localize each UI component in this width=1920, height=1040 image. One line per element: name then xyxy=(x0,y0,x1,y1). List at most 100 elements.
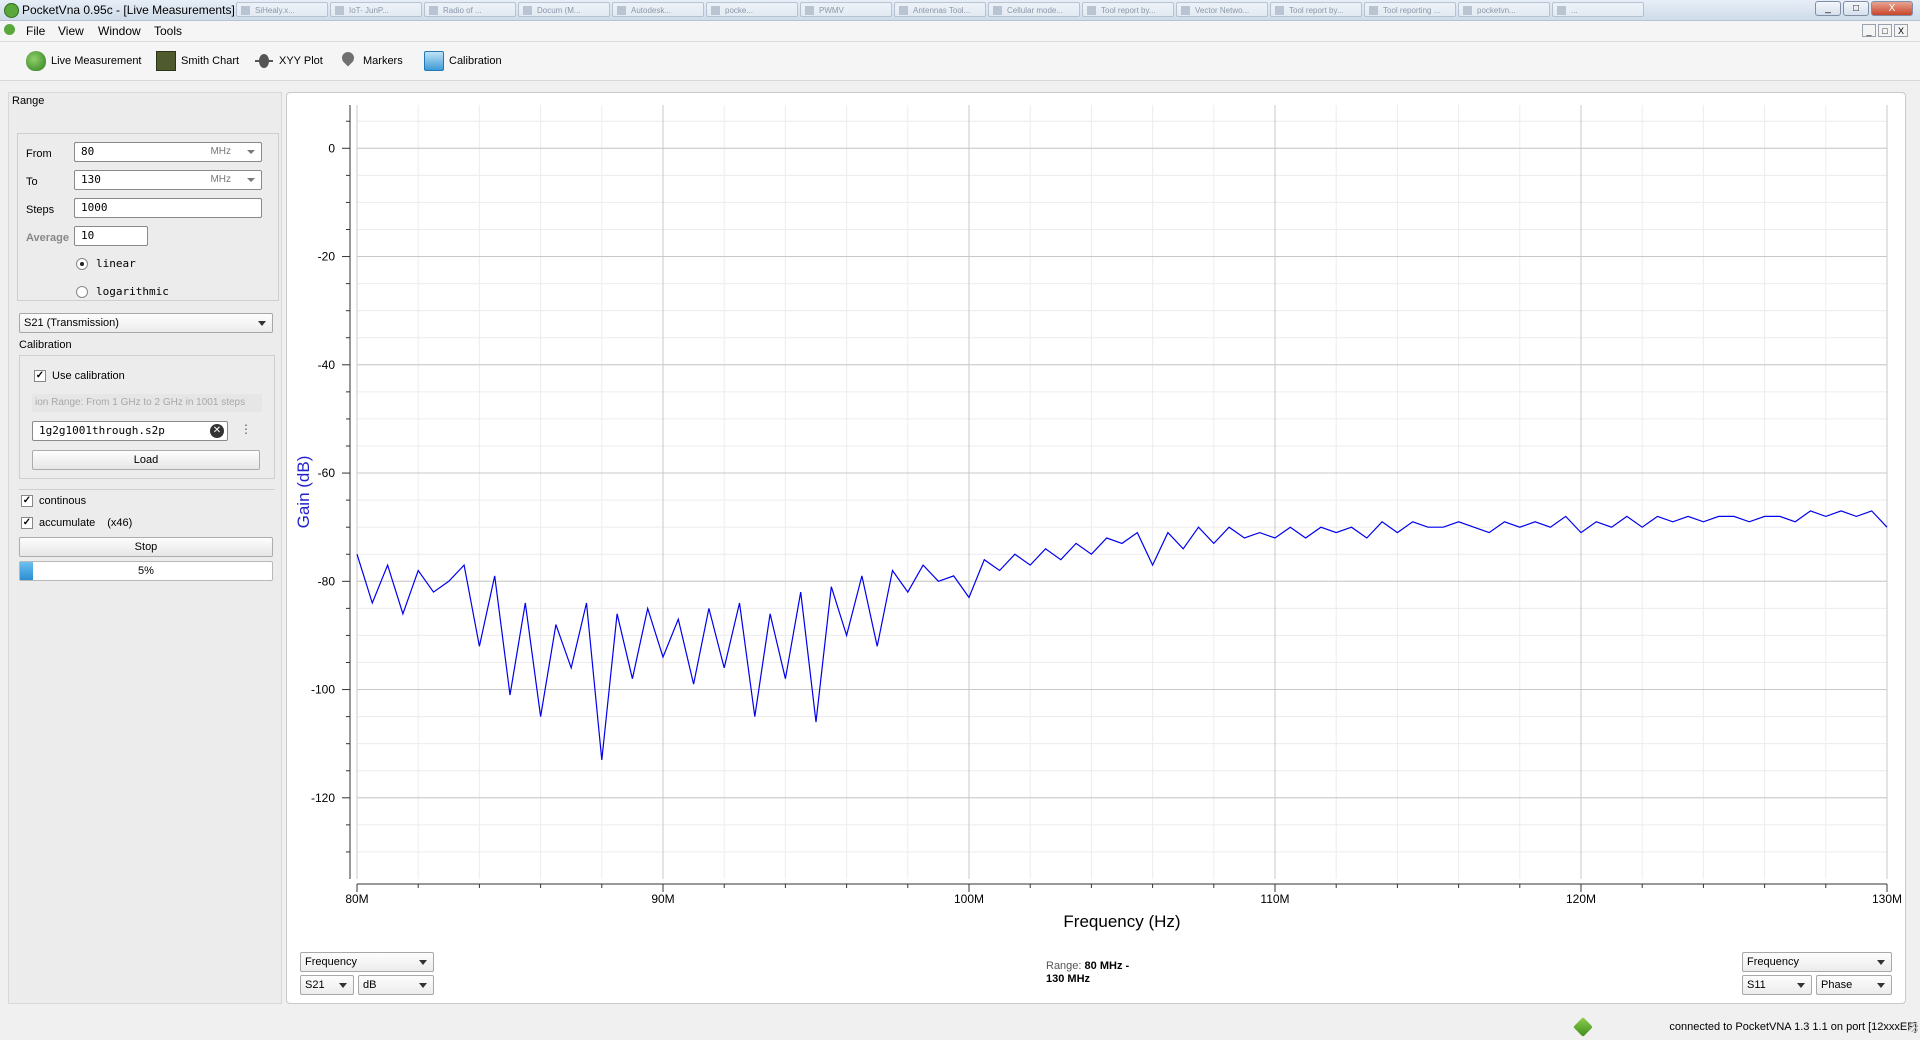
x-tick-label: 100M xyxy=(954,892,984,906)
taskbar-tab[interactable]: Cellular mode... xyxy=(988,2,1080,17)
gain-chart[interactable]: 80M 90M 100M 110M 120M 130M 0 -20 -40 -60 -80 -100 -… xyxy=(287,93,1905,943)
taskbar-tab[interactable]: Autodesk... xyxy=(612,2,704,17)
x-tick-label: 130M xyxy=(1872,892,1902,906)
chevron-down-icon xyxy=(419,960,427,965)
live-measurement-button[interactable]: Live Measurement xyxy=(26,50,142,72)
x-tick-label: 90M xyxy=(651,892,674,906)
linear-radio[interactable]: linear xyxy=(76,257,136,270)
checkmark-icon: ✓ xyxy=(34,370,46,382)
maximize-button[interactable]: □ xyxy=(1843,1,1869,16)
y-tick-label: -60 xyxy=(318,466,336,480)
status-bar: connected to PocketVNA 1.3 1.1 on port [… xyxy=(0,1012,1920,1037)
continuous-label: continous xyxy=(39,495,87,507)
stop-button[interactable]: Stop xyxy=(19,537,273,557)
menu-bar: File View Window Tools _ □ X xyxy=(0,21,1920,42)
taskbar-tab[interactable]: Docum (M... xyxy=(518,2,610,17)
menu-window[interactable]: Window xyxy=(98,24,141,38)
from-value: 80 xyxy=(81,145,95,158)
close-button[interactable]: X xyxy=(1871,1,1913,16)
from-unit: MHz xyxy=(210,146,231,157)
right-param-select[interactable]: S11 xyxy=(1742,975,1812,995)
calibration-file-field[interactable]: 1g2g1001through.s2p xyxy=(32,421,228,441)
steps-input[interactable]: 1000 xyxy=(74,198,262,218)
clear-icon[interactable]: ✕ xyxy=(210,424,224,438)
mdi-close-button[interactable]: X xyxy=(1894,24,1908,37)
calibration-button[interactable]: Calibration xyxy=(424,50,502,72)
logarithmic-radio[interactable]: logarithmic xyxy=(76,285,169,298)
y-tick-label: -100 xyxy=(311,683,335,697)
app-logo-icon xyxy=(4,3,19,18)
menu-tools[interactable]: Tools xyxy=(154,24,182,38)
left-x-axis-select[interactable]: Frequency xyxy=(300,952,434,972)
left-unit-select[interactable]: dB xyxy=(358,975,434,995)
taskbar-tab[interactable]: Tool report by... xyxy=(1082,2,1174,17)
y-tick-label: -20 xyxy=(318,250,336,264)
right-unit-select[interactable]: Phase xyxy=(1816,975,1892,995)
resize-grip-icon[interactable] xyxy=(1908,1022,1918,1032)
progress-text: 5% xyxy=(138,565,154,577)
range-summary-end: 130 MHz xyxy=(1046,973,1091,985)
use-calibration-checkbox[interactable]: ✓ Use calibration xyxy=(34,370,125,382)
x-axis-title: Frequency (Hz) xyxy=(1063,912,1180,931)
average-input[interactable]: 10 xyxy=(74,226,148,246)
average-label: Average xyxy=(26,232,70,244)
chevron-down-icon[interactable] xyxy=(247,150,255,154)
taskbar-tab[interactable]: pocketvn... xyxy=(1458,2,1550,17)
plug-icon xyxy=(1573,1017,1593,1037)
checkmark-icon: ✓ xyxy=(21,517,33,529)
y-tick-label: 0 xyxy=(328,141,335,155)
document-icon xyxy=(4,24,15,35)
smith-chart-button[interactable]: Smith Chart xyxy=(156,50,239,72)
chevron-down-icon xyxy=(1797,983,1805,988)
taskbar-tab[interactable]: ... xyxy=(1552,2,1644,17)
right-param-value: S11 xyxy=(1747,979,1766,991)
from-input[interactable]: 80 MHz xyxy=(74,142,262,162)
live-measurement-label: Live Measurement xyxy=(51,55,142,67)
chevron-down-icon xyxy=(339,983,347,988)
mdi-restore-button[interactable]: □ xyxy=(1878,24,1892,37)
radio-unselected-icon xyxy=(76,285,88,298)
to-input[interactable]: 130 MHz xyxy=(74,170,262,190)
to-unit: MHz xyxy=(210,174,231,185)
continuous-checkbox[interactable]: ✓ continous xyxy=(21,495,86,507)
to-label: To xyxy=(26,176,38,188)
taskbar-tab[interactable]: Radio of ... xyxy=(424,2,516,17)
more-options-icon[interactable]: ⋮ xyxy=(240,422,252,436)
xyy-plot-button[interactable]: XYY Plot xyxy=(254,50,323,72)
load-button[interactable]: Load xyxy=(32,450,260,470)
taskbar-tab[interactable]: pocke... xyxy=(706,2,798,17)
menu-view[interactable]: View xyxy=(58,24,84,38)
sparam-select[interactable]: S21 (Transmission) xyxy=(19,313,273,333)
left-param-value: S21 xyxy=(305,979,325,991)
x-tick-label: 110M xyxy=(1260,892,1289,906)
accumulate-label: accumulate xyxy=(39,517,96,529)
settings-sidebar: Range From 80 MHz To 130 MHz Steps 1000 … xyxy=(8,92,282,1004)
minimize-button[interactable]: _ xyxy=(1815,1,1841,16)
left-param-select[interactable]: S21 xyxy=(300,975,354,995)
chevron-down-icon[interactable] xyxy=(247,178,255,182)
steps-label: Steps xyxy=(26,204,55,216)
mdi-minimize-button[interactable]: _ xyxy=(1862,24,1876,37)
taskbar-tab[interactable]: SiHealy.x... xyxy=(236,2,328,17)
taskbar-tab[interactable]: Tool reporting ... xyxy=(1364,2,1456,17)
taskbar-tab[interactable]: Vector Netwo... xyxy=(1176,2,1268,17)
range-summary: Range: 80 MHz - 130 MHz xyxy=(1046,960,1129,986)
logarithmic-label: logarithmic xyxy=(96,285,169,298)
menu-file[interactable]: File xyxy=(26,24,45,38)
x-tick-label: 80M xyxy=(345,892,368,906)
left-unit-value: dB xyxy=(363,979,377,991)
window-titlebar: PocketVna 0.95c - [Live Measurements] Si… xyxy=(0,0,1920,21)
calibration-heading: Calibration xyxy=(19,339,72,351)
calibration-range-info: ion Range: From 1 GHz to 2 GHz in 1001 s… xyxy=(32,394,262,412)
accumulate-checkbox[interactable]: ✓ accumulate (x46) xyxy=(21,517,132,529)
markers-button[interactable]: Markers xyxy=(338,50,403,72)
chevron-down-icon xyxy=(258,321,266,326)
range-summary-label: Range: xyxy=(1046,960,1082,972)
radio-selected-icon xyxy=(76,257,88,270)
taskbar-tab[interactable]: Antennas Tool... xyxy=(894,2,986,17)
taskbar-tab[interactable]: Tool report by... xyxy=(1270,2,1362,17)
right-x-axis-select[interactable]: Frequency xyxy=(1742,952,1892,972)
main-toolbar: Live Measurement Smith Chart XYY Plot Ma… xyxy=(0,42,1920,81)
taskbar-tab[interactable]: IoT- JunP... xyxy=(330,2,422,17)
taskbar-tab[interactable]: PWMV xyxy=(800,2,892,17)
